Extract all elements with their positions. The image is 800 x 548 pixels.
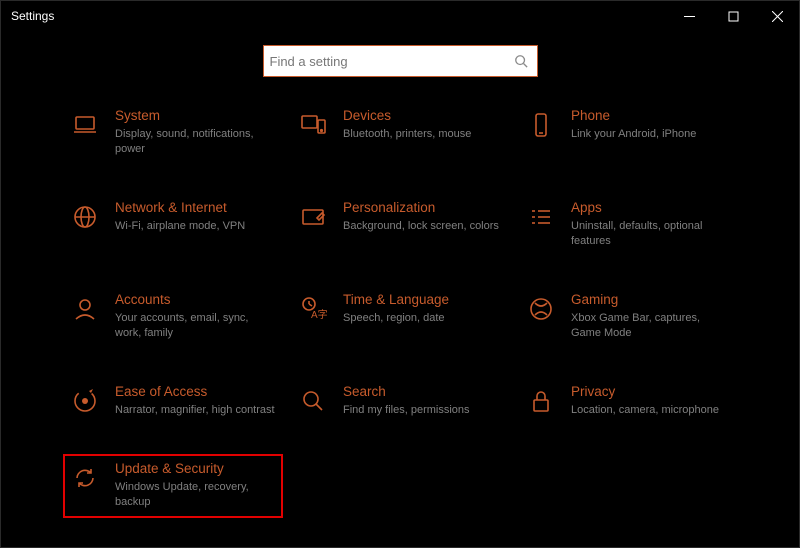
item-label: Gaming — [571, 292, 731, 308]
person-icon — [69, 293, 101, 325]
minimize-button[interactable] — [667, 1, 711, 31]
search-row — [1, 31, 799, 83]
xbox-icon — [525, 293, 557, 325]
magnifier-icon — [297, 385, 329, 417]
window-controls — [667, 1, 799, 31]
item-desc: Find my files, permissions — [343, 403, 503, 418]
sync-icon — [69, 462, 101, 494]
window-title: Settings — [11, 9, 54, 23]
globe-icon — [69, 201, 101, 233]
apps-list-icon — [525, 201, 557, 233]
search-icon — [509, 54, 533, 68]
minimize-icon — [684, 11, 695, 22]
settings-item-apps[interactable]: Apps Uninstall, defaults, optional featu… — [519, 193, 739, 257]
settings-item-privacy[interactable]: Privacy Location, camera, microphone — [519, 377, 739, 426]
svg-text:A字: A字 — [311, 308, 327, 321]
search-input[interactable] — [270, 54, 509, 69]
laptop-icon — [69, 109, 101, 141]
item-desc: Uninstall, defaults, optional features — [571, 219, 731, 249]
item-label: Ease of Access — [115, 384, 275, 400]
item-label: Update & Security — [115, 461, 275, 477]
settings-item-time-language[interactable]: A字 Time & Language Speech, region, date — [291, 285, 511, 349]
settings-item-gaming[interactable]: Gaming Xbox Game Bar, captures, Game Mod… — [519, 285, 739, 349]
search-box[interactable] — [263, 45, 538, 77]
time-language-icon: A字 — [297, 293, 329, 325]
settings-item-devices[interactable]: Devices Bluetooth, printers, mouse — [291, 101, 511, 165]
item-desc: Wi-Fi, airplane mode, VPN — [115, 219, 275, 234]
settings-item-ease-of-access[interactable]: Ease of Access Narrator, magnifier, high… — [63, 377, 283, 426]
settings-item-network[interactable]: Network & Internet Wi-Fi, airplane mode,… — [63, 193, 283, 257]
phone-icon — [525, 109, 557, 141]
item-label: Personalization — [343, 200, 503, 216]
item-desc: Narrator, magnifier, high contrast — [115, 403, 275, 418]
item-label: Apps — [571, 200, 731, 216]
item-label: Privacy — [571, 384, 731, 400]
item-desc: Background, lock screen, colors — [343, 219, 503, 234]
settings-item-accounts[interactable]: Accounts Your accounts, email, sync, wor… — [63, 285, 283, 349]
item-label: Devices — [343, 108, 503, 124]
maximize-button[interactable] — [711, 1, 755, 31]
item-desc: Display, sound, notifications, power — [115, 127, 275, 157]
close-button[interactable] — [755, 1, 799, 31]
paint-icon — [297, 201, 329, 233]
item-desc: Location, camera, microphone — [571, 403, 731, 418]
settings-item-personalization[interactable]: Personalization Background, lock screen,… — [291, 193, 511, 257]
item-label: Time & Language — [343, 292, 503, 308]
settings-item-search[interactable]: Search Find my files, permissions — [291, 377, 511, 426]
item-desc: Windows Update, recovery, backup — [115, 480, 275, 510]
lock-icon — [525, 385, 557, 417]
item-desc: Your accounts, email, sync, work, family — [115, 311, 275, 341]
settings-item-phone[interactable]: Phone Link your Android, iPhone — [519, 101, 739, 165]
item-label: Phone — [571, 108, 731, 124]
titlebar: Settings — [1, 1, 799, 31]
devices-icon — [297, 109, 329, 141]
item-desc: Link your Android, iPhone — [571, 127, 731, 142]
item-label: Accounts — [115, 292, 275, 308]
item-desc: Bluetooth, printers, mouse — [343, 127, 503, 142]
item-desc: Speech, region, date — [343, 311, 503, 326]
maximize-icon — [728, 11, 739, 22]
settings-grid: System Display, sound, notifications, po… — [63, 101, 767, 518]
item-label: Network & Internet — [115, 200, 275, 216]
item-desc: Xbox Game Bar, captures, Game Mode — [571, 311, 731, 341]
item-label: System — [115, 108, 275, 124]
settings-item-update-security[interactable]: Update & Security Windows Update, recove… — [63, 454, 283, 518]
close-icon — [772, 11, 783, 22]
item-label: Search — [343, 384, 503, 400]
settings-content: System Display, sound, notifications, po… — [1, 83, 799, 547]
settings-item-system[interactable]: System Display, sound, notifications, po… — [63, 101, 283, 165]
ease-of-access-icon — [69, 385, 101, 417]
